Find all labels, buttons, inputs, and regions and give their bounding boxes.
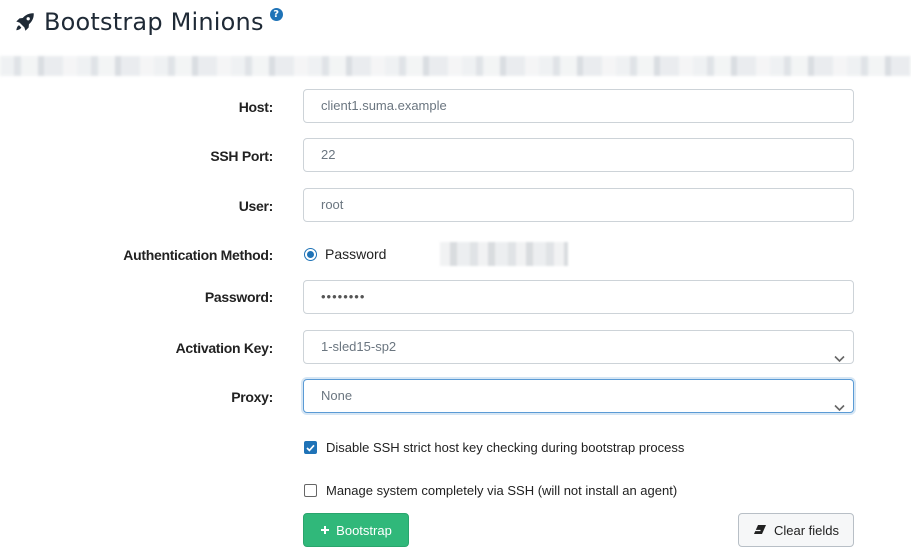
activation-key-value: 1-sled15-sp2 [321, 339, 397, 354]
password-value: •••••••• [321, 289, 366, 304]
chevron-down-icon [834, 392, 845, 424]
disable-strict-host-key-option[interactable]: Disable SSH strict host key checking dur… [304, 440, 684, 455]
activation-key-select[interactable]: 1-sled15-sp2 [303, 330, 854, 364]
password-input[interactable]: •••••••• [303, 280, 854, 314]
disable-strict-host-key-checkbox[interactable] [304, 441, 317, 454]
auth-password-option[interactable]: Password [304, 246, 386, 262]
manage-via-ssh-option[interactable]: Manage system completely via SSH (will n… [304, 483, 677, 498]
chevron-down-icon [834, 343, 845, 375]
help-icon[interactable]: ? [269, 7, 283, 21]
page-title: Bootstrap Minions [44, 8, 264, 36]
rocket-icon [14, 11, 36, 33]
page-header: Bootstrap Minions ? [14, 7, 283, 36]
host-label: Host: [238, 99, 274, 115]
user-label: User: [238, 198, 274, 214]
clear-fields-label: Clear fields [773, 522, 840, 538]
user-input[interactable]: root [303, 188, 854, 222]
redacted-info-bar [0, 56, 911, 76]
disable-strict-host-key-label: Disable SSH strict host key checking dur… [326, 440, 685, 455]
auth-password-label: Password [325, 246, 387, 262]
eraser-icon [753, 523, 767, 538]
auth-password-radio[interactable] [304, 247, 317, 261]
manage-via-ssh-checkbox[interactable] [304, 484, 317, 497]
activation-key-label: Activation Key: [175, 340, 274, 356]
ssh-port-input[interactable]: 22 [303, 138, 854, 172]
proxy-select[interactable]: None [303, 379, 854, 413]
ssh-port-placeholder: 22 [321, 147, 336, 162]
host-input[interactable]: client1.suma.example [303, 89, 854, 123]
host-placeholder: client1.suma.example [321, 98, 447, 113]
plus-icon [320, 523, 330, 538]
redacted-auth-option [440, 242, 568, 266]
manage-via-ssh-label: Manage system completely via SSH (will n… [326, 483, 678, 498]
password-label: Password: [204, 289, 273, 305]
bootstrap-button[interactable]: Bootstrap [303, 513, 409, 547]
bootstrap-label: Bootstrap [336, 522, 392, 538]
user-placeholder: root [321, 197, 344, 212]
proxy-value: None [321, 388, 353, 403]
ssh-port-label: SSH Port: [210, 148, 273, 164]
proxy-label: Proxy: [231, 389, 273, 405]
auth-method-label: Authentication Method: [123, 247, 273, 263]
clear-fields-button[interactable]: Clear fields [738, 513, 854, 547]
